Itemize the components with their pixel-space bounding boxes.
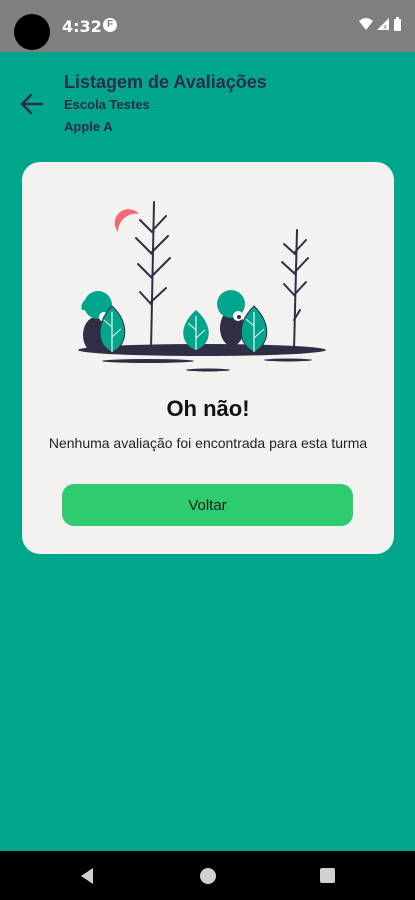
empty-state-message: Nenhuma avaliação foi encontrada para es… <box>48 435 368 451</box>
page-title: Listagem de Avaliações <box>64 72 267 92</box>
status-time: 4:32 <box>62 17 102 36</box>
school-name: Escola Testes <box>64 97 150 112</box>
nav-home-icon[interactable] <box>200 868 216 884</box>
nav-back-icon[interactable] <box>79 867 95 885</box>
empty-state-title: Oh não! <box>166 396 250 421</box>
voltar-button[interactable]: Voltar <box>62 484 353 526</box>
characters-hiding-behind-leaves-illustration <box>78 201 326 372</box>
nav-recents-icon[interactable] <box>320 868 335 883</box>
back-button[interactable] <box>14 86 50 122</box>
app-notification-icon: F <box>103 18 117 32</box>
camera-cutout <box>14 14 50 50</box>
arrow-left-icon <box>20 93 44 115</box>
status-icons: x <box>357 16 405 34</box>
status-bar: 4:32 F x <box>0 0 415 52</box>
app-bar: Listagem de Avaliações Escola Testes App… <box>0 52 415 142</box>
empty-state-card: Oh não! Nenhuma avaliação foi encontrada… <box>22 162 394 554</box>
signal-icon: x <box>377 18 389 31</box>
svg-text:x: x <box>383 23 387 31</box>
system-nav-bar <box>0 851 415 900</box>
battery-icon <box>394 17 401 31</box>
class-name: Apple A <box>64 119 113 134</box>
wifi-icon <box>359 18 373 30</box>
